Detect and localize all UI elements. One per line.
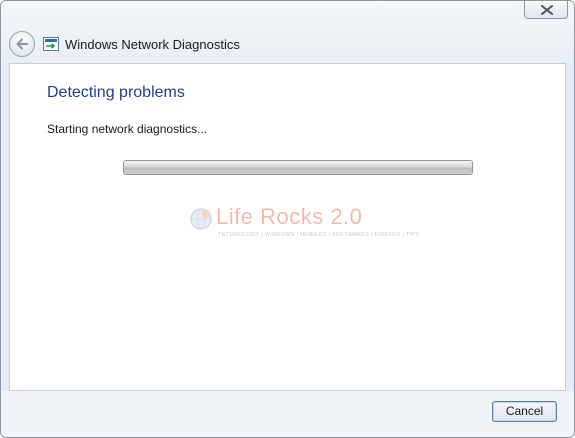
back-arrow-icon: [16, 38, 29, 50]
status-text: Starting network diagnostics...: [47, 122, 208, 136]
watermark: Life Rocks 2.0 TECHNOLOGY | WINDOWS | MO…: [188, 204, 420, 244]
back-button[interactable]: [9, 31, 35, 57]
close-button[interactable]: [524, 1, 568, 19]
title-bar: Windows Network Diagnostics: [1, 1, 574, 63]
cancel-button[interactable]: Cancel: [492, 401, 557, 422]
dialog-footer: Cancel: [1, 391, 574, 437]
watermark-title: Life Rocks 2.0: [216, 204, 363, 229]
page-heading: Detecting problems: [47, 84, 185, 101]
content-panel: Detecting problems Starting network diag…: [9, 63, 566, 391]
globe-icon: [190, 208, 212, 230]
dialog-window: Windows Network Diagnostics Detecting pr…: [0, 0, 575, 438]
watermark-tagline: TECHNOLOGY | WINDOWS | MOBILES | SOFTWAR…: [218, 232, 420, 238]
network-diagnostics-icon: [43, 37, 59, 51]
progress-bar: [123, 160, 473, 175]
progress-bar-fill: [124, 161, 472, 174]
window-title: Windows Network Diagnostics: [65, 37, 240, 52]
close-icon: [541, 5, 553, 15]
